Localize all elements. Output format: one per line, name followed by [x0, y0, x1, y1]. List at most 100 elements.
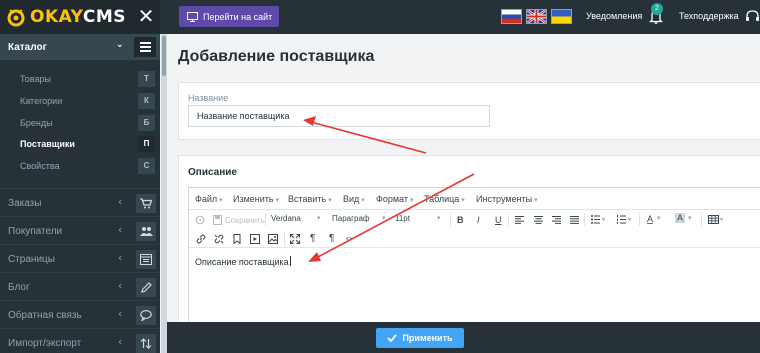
- sidebar-item-brands[interactable]: Бренды Б: [0, 112, 160, 134]
- menu-tools-label: Инструменты: [476, 194, 533, 204]
- block-format-select[interactable]: Параграф ▾: [332, 214, 386, 223]
- menu-format[interactable]: Формат ▾: [376, 194, 414, 204]
- import-export-icon: [136, 334, 156, 353]
- show-blocks-button[interactable]: ¶: [310, 233, 315, 244]
- menu-tools[interactable]: Инструменты ▾: [476, 194, 538, 204]
- apply-label: Применить: [402, 333, 453, 343]
- align-left-icon[interactable]: [515, 216, 524, 224]
- image-icon[interactable]: [268, 234, 278, 244]
- menu-view[interactable]: Вид ▾: [343, 194, 365, 204]
- sidebar-item-blog[interactable]: Блог ‹: [0, 272, 160, 300]
- logo-bar: OKAYCMS ✕: [0, 0, 160, 34]
- save-icon[interactable]: [213, 215, 222, 225]
- sidebar-item-label: Заказы: [8, 198, 42, 209]
- menu-table[interactable]: Таблица ▾: [424, 194, 465, 204]
- font-size-select[interactable]: 11pt ▾: [395, 214, 441, 223]
- link-icon[interactable]: [196, 234, 206, 244]
- flag-ru-icon[interactable]: [501, 9, 522, 24]
- fullscreen-icon[interactable]: [290, 234, 300, 244]
- font-family-select[interactable]: Verdana ▾: [271, 214, 321, 223]
- menu-file-label: Файл: [195, 194, 218, 204]
- editor-toolbar-1: Сохранить Verdana ▾ Параграф ▾ 11pt ▾ B I U…: [189, 210, 760, 230]
- bullet-list-icon[interactable]: [591, 215, 605, 224]
- apply-button[interactable]: Применить: [376, 328, 464, 348]
- sidebar-item-catalog[interactable]: Каталог ⌄: [0, 34, 160, 60]
- align-right-icon[interactable]: [552, 216, 561, 224]
- name-input[interactable]: Название поставщика: [188, 105, 490, 127]
- support-link[interactable]: Техподдержка: [679, 11, 739, 21]
- underline-button[interactable]: U: [495, 215, 502, 225]
- sidebar-item-features[interactable]: Свойства С: [0, 155, 160, 177]
- toolbar-divider: [584, 213, 585, 226]
- monitor-icon: [187, 11, 198, 22]
- toolbar-divider: [284, 233, 285, 246]
- sidebar-item-import-export[interactable]: Импорт/экспорт ‹: [0, 328, 160, 353]
- sidebar-item-label: Обратная связь: [8, 310, 82, 321]
- sidebar-item-label: Свойства: [20, 161, 60, 171]
- sidebar-item-label: Покупатели: [8, 226, 63, 237]
- scrollbar-thumb[interactable]: [162, 36, 166, 76]
- menu-table-label: Таблица: [424, 194, 460, 204]
- close-icon[interactable]: ✕: [136, 6, 156, 26]
- menu-insert[interactable]: Вставить ▾: [288, 194, 332, 204]
- sidebar-item-feedback[interactable]: Обратная связь ‹: [0, 300, 160, 328]
- numbered-list-icon[interactable]: [617, 215, 631, 224]
- logo-text-cms: CMS: [82, 7, 126, 27]
- chevron-left-icon: ‹: [118, 281, 122, 292]
- notifications-link[interactable]: Уведомления: [586, 11, 642, 21]
- okay-logo-icon: [7, 9, 25, 27]
- sidebar-item-products[interactable]: Товары Т: [0, 68, 160, 90]
- sidebar-item-orders[interactable]: Заказы ‹: [0, 188, 160, 216]
- sidebar-item-label: Блог: [8, 282, 30, 293]
- chevron-left-icon: ‹: [118, 225, 122, 236]
- goto-site-label: Перейти на сайт: [203, 11, 273, 22]
- show-invisibles-button[interactable]: ¶: [329, 233, 334, 244]
- checkmark-icon: [387, 334, 398, 342]
- sidebar-item-customers[interactable]: Покупатели ‹: [0, 216, 160, 244]
- unlink-icon[interactable]: [214, 234, 224, 244]
- page-title: Добавление поставщика: [178, 48, 375, 65]
- name-label: Название: [188, 93, 229, 103]
- text-color-button[interactable]: A: [647, 214, 653, 224]
- undo-icon[interactable]: [195, 215, 205, 225]
- save-button[interactable]: Сохранить: [225, 216, 265, 225]
- background-color-button[interactable]: A: [675, 213, 686, 223]
- chevron-left-icon: ‹: [118, 309, 122, 320]
- topbar: Перейти на сайт Уведомления 2 Техподдерж…: [160, 0, 760, 34]
- goto-site-button[interactable]: Перейти на сайт: [179, 6, 279, 27]
- headset-icon[interactable]: [745, 9, 760, 24]
- sidebar-item-pages[interactable]: Страницы ‹: [0, 244, 160, 272]
- sidebar-scrollbar[interactable]: [161, 34, 167, 353]
- catalog-submenu: Товары Т Категории К Бренды Б Поставщики…: [0, 60, 160, 178]
- chevron-left-icon: ‹: [118, 253, 122, 264]
- source-code-button[interactable]: ‹›: [346, 233, 352, 243]
- chevron-down-icon[interactable]: ▾: [657, 214, 661, 222]
- sidebar-item-suppliers[interactable]: Поставщики П: [0, 133, 160, 155]
- block-format-value: Параграф: [332, 214, 370, 223]
- bold-button[interactable]: B: [457, 215, 464, 225]
- letter-badge: С: [138, 158, 155, 174]
- font-size-value: 11pt: [395, 214, 410, 223]
- chevron-down-icon: ⌄: [116, 40, 124, 50]
- flag-ua-icon[interactable]: [551, 9, 572, 24]
- bookmark-icon[interactable]: [233, 234, 241, 244]
- logo[interactable]: OKAYCMS: [6, 7, 126, 27]
- table-icon[interactable]: [708, 215, 724, 224]
- sidebar-item-catalog-label: Каталог: [8, 42, 47, 53]
- sidebar-item-label: Категории: [20, 96, 63, 106]
- align-center-icon[interactable]: [534, 216, 543, 224]
- menu-edit[interactable]: Изменить ▾: [233, 194, 279, 204]
- pages-icon: [136, 250, 156, 269]
- sidebar-item-categories[interactable]: Категории К: [0, 90, 160, 112]
- editor-toolbar-2: ¶ ¶ ‹›: [189, 230, 760, 248]
- media-icon[interactable]: [250, 234, 260, 244]
- chevron-down-icon[interactable]: ▾: [688, 214, 692, 222]
- menu-format-label: Формат: [376, 194, 408, 204]
- flag-uk-icon[interactable]: [526, 9, 547, 24]
- letter-badge: Т: [138, 71, 155, 87]
- menu-view-label: Вид: [343, 194, 360, 204]
- italic-button[interactable]: I: [477, 215, 480, 225]
- align-justify-icon[interactable]: [570, 216, 579, 224]
- menu-list-icon[interactable]: [134, 37, 156, 57]
- menu-file[interactable]: Файл ▾: [195, 194, 223, 204]
